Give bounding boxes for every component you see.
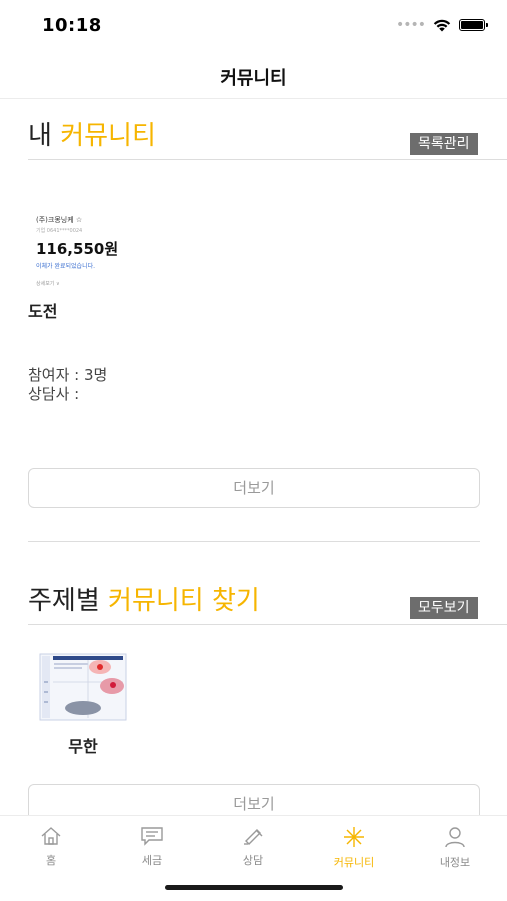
- topic-community-heading-prefix: 주제별: [28, 586, 100, 616]
- receipt-detail-link: 상세보기 ∨: [36, 281, 60, 287]
- battery-icon: [459, 19, 488, 31]
- community-card-name[interactable]: 도전: [28, 298, 57, 322]
- wifi-icon: [433, 19, 451, 32]
- topic-item-name[interactable]: 무한: [38, 733, 128, 757]
- receipt-meta: 기업 0641****0024: [36, 228, 83, 234]
- nav-bar: 커뮤니티: [0, 56, 507, 99]
- status-time: 10:18: [42, 15, 102, 36]
- my-community-heading-accent: 커뮤니티: [60, 121, 156, 151]
- tab-tax[interactable]: 세금: [112, 826, 192, 868]
- community-thumbnail[interactable]: (주)크몽닝케 ☆ 기업 0641****0024 116,550원 이체가 완…: [36, 215, 156, 290]
- cellular-signal-icon: ••••: [395, 17, 426, 33]
- counselor-label: 상담사 :: [28, 385, 80, 403]
- home-indicator: [165, 885, 343, 890]
- tab-profile[interactable]: 내정보: [415, 826, 495, 870]
- tax-icon: [141, 827, 163, 846]
- my-community-more-button[interactable]: 더보기: [28, 468, 480, 508]
- community-icon: [344, 827, 364, 847]
- home-icon: [41, 827, 61, 845]
- receipt-amount: 116,550원: [36, 240, 119, 258]
- manage-list-button[interactable]: 목록관리: [410, 133, 478, 155]
- divider: [28, 624, 507, 625]
- participant-count: 참여자 : 3명: [28, 366, 108, 384]
- tab-label: 홈: [45, 854, 57, 867]
- tab-consult[interactable]: 상담: [213, 826, 293, 868]
- my-community-heading: 내 커뮤니티: [28, 115, 156, 152]
- status-icons: ••••: [395, 17, 488, 33]
- topic-thumbnail-image[interactable]: [38, 652, 128, 722]
- tab-label: 세금: [141, 854, 163, 867]
- divider: [28, 541, 480, 542]
- topic-community-heading: 주제별 커뮤니티 찾기: [28, 580, 260, 617]
- receipt-status: 이체가 완료되었습니다.: [36, 263, 96, 270]
- status-bar: 10:18 ••••: [0, 0, 507, 56]
- tab-label: 내정보: [439, 856, 471, 869]
- my-community-heading-prefix: 내: [28, 121, 52, 151]
- tab-community[interactable]: 커뮤니티: [314, 826, 394, 870]
- tab-label: 커뮤니티: [333, 856, 375, 869]
- divider: [28, 159, 507, 160]
- receipt-store: (주)크몽닝케 ☆: [36, 216, 83, 224]
- tab-label: 상담: [242, 854, 264, 867]
- topic-community-heading-accent: 커뮤니티 찾기: [108, 586, 260, 616]
- consult-icon: [244, 829, 263, 845]
- tab-home[interactable]: 홈: [11, 826, 91, 868]
- view-all-button[interactable]: 모두보기: [410, 597, 478, 619]
- profile-icon: [445, 827, 465, 848]
- page-title: 커뮤니티: [220, 68, 287, 89]
